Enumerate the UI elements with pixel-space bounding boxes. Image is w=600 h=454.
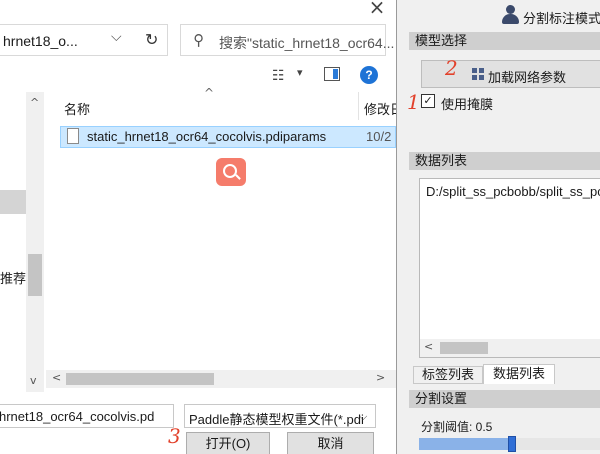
- seg-threshold-slider[interactable]: [419, 436, 600, 452]
- mode-header: 分割标注模式: [397, 0, 600, 30]
- help-icon[interactable]: ?: [360, 66, 378, 84]
- search-overlay-icon[interactable]: [216, 158, 246, 186]
- address-bar[interactable]: hrnet18_o... ⌵ ↻: [0, 24, 168, 56]
- open-file-dialog: × hrnet18_o... ⌵ ↻ ⚲ 搜索"static_hrnet18_o…: [0, 0, 396, 454]
- nav-selected-item[interactable]: [0, 190, 26, 214]
- filename-input[interactable]: hrnet18_ocr64_cocolvis.pd: [0, 404, 174, 428]
- scroll-left-icon[interactable]: <: [52, 371, 61, 384]
- network-icon: [472, 68, 484, 80]
- file-list-hscrollbar[interactable]: < >: [46, 370, 396, 388]
- filename-value: hrnet18_ocr64_cocolvis.pd: [0, 409, 155, 424]
- data-list-hscrollbar[interactable]: <: [420, 339, 600, 357]
- close-icon[interactable]: ×: [366, 0, 388, 18]
- scroll-up-icon[interactable]: ^: [30, 96, 39, 109]
- model-section-header: 模型选择: [409, 32, 600, 50]
- refresh-icon[interactable]: ↻: [145, 30, 158, 49]
- address-text: hrnet18_o...: [3, 33, 78, 49]
- scroll-left-icon[interactable]: <: [424, 340, 433, 353]
- mode-label: 分割标注模式: [523, 11, 600, 26]
- annotation-step-3: 3: [168, 424, 181, 448]
- chevron-down-icon[interactable]: ⌵: [359, 410, 367, 424]
- column-divider[interactable]: [358, 92, 359, 120]
- scrollbar-thumb[interactable]: [66, 373, 214, 385]
- scrollbar-thumb[interactable]: [28, 254, 42, 296]
- slider-thumb[interactable]: [508, 436, 516, 452]
- tab-data-list[interactable]: 数据列表: [483, 364, 555, 384]
- user-icon: [501, 4, 519, 24]
- file-date: 10/2: [366, 129, 392, 144]
- filetype-value: Paddle静态模型权重文件(*.pdi: [189, 412, 364, 427]
- cancel-button[interactable]: 取消: [287, 432, 374, 454]
- load-model-label: 加载网络参数: [488, 70, 567, 85]
- view-chevron-icon[interactable]: ▾: [297, 66, 303, 79]
- data-section-header: 数据列表: [409, 152, 600, 170]
- view-options-icon[interactable]: ☷: [272, 68, 285, 84]
- data-list[interactable]: D:/split_ss_pcbobb/split_ss_pcb <: [419, 178, 600, 358]
- file-list-item[interactable]: static_hrnet18_ocr64_cocolvis.pdiparams …: [60, 126, 396, 148]
- scrollbar-thumb[interactable]: [440, 342, 488, 354]
- column-header-name[interactable]: 名称: [64, 99, 90, 118]
- open-button[interactable]: 打开(O): [186, 432, 270, 454]
- search-placeholder: 搜索"static_hrnet18_ocr64...: [219, 35, 395, 51]
- seg-section-header: 分割设置: [409, 390, 600, 408]
- file-icon: [67, 128, 79, 144]
- file-list-header: 名称 ^ 修改日: [46, 86, 396, 122]
- filetype-select[interactable]: Paddle静态模型权重文件(*.pdi ⌵: [184, 404, 376, 428]
- annotation-app-panel: 分割标注模式 模型选择 加载网络参数 2 1 ✓ 使用掩膜 数据列表 D:/sp…: [396, 0, 600, 454]
- use-mask-checkbox[interactable]: ✓: [421, 94, 435, 108]
- scroll-down-icon[interactable]: v: [30, 374, 37, 387]
- annotation-step-2: 2: [445, 56, 458, 80]
- column-header-date[interactable]: 修改日: [364, 99, 396, 118]
- search-input[interactable]: ⚲ 搜索"static_hrnet18_ocr64...: [180, 24, 394, 56]
- scroll-right-icon[interactable]: >: [376, 371, 385, 384]
- preview-pane-icon[interactable]: [324, 67, 340, 81]
- use-mask-label[interactable]: 使用掩膜: [441, 94, 493, 113]
- tab-label-list[interactable]: 标签列表: [413, 366, 483, 384]
- annotation-step-1: 1: [407, 90, 420, 114]
- list-item[interactable]: D:/split_ss_pcbobb/split_ss_pcb: [426, 184, 600, 199]
- nav-scrollbar[interactable]: ^ v: [26, 92, 44, 392]
- seg-threshold-label: 分割阈值: 0.5: [421, 420, 493, 434]
- file-name: static_hrnet18_ocr64_cocolvis.pdiparams: [87, 129, 327, 144]
- sort-ascending-icon: ^: [204, 86, 215, 100]
- chevron-down-icon[interactable]: ⌵: [111, 29, 122, 45]
- search-icon: ⚲: [193, 31, 204, 49]
- slider-fill: [419, 438, 512, 450]
